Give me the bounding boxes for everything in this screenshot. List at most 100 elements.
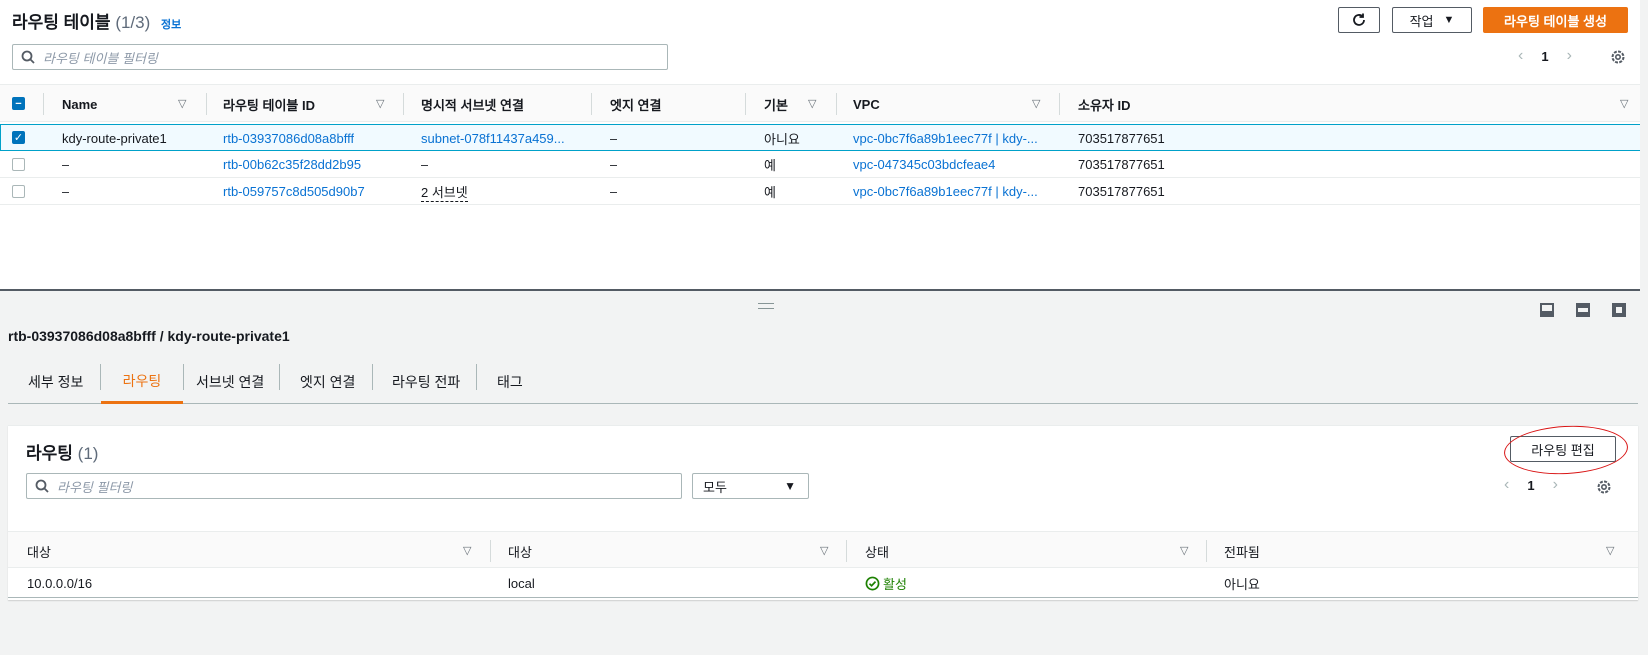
sort-icon[interactable]: ▽ bbox=[1606, 544, 1614, 557]
resize-handle-icon[interactable] bbox=[758, 303, 774, 309]
row-name: – bbox=[62, 184, 70, 199]
prev-page-icon[interactable]: ‹ bbox=[1504, 476, 1509, 494]
page-title-text: 라우팅 테이블 bbox=[12, 13, 111, 32]
row-subnet: – bbox=[421, 157, 429, 172]
view-bottom-icon[interactable] bbox=[1540, 303, 1554, 317]
page-number[interactable]: 1 bbox=[1541, 49, 1548, 64]
check-circle-icon bbox=[865, 576, 880, 590]
routes-filter-value: 모두 bbox=[703, 479, 727, 495]
row-name: kdy-route-private1 bbox=[62, 131, 167, 146]
sort-icon[interactable]: ▽ bbox=[1620, 97, 1628, 110]
row-main: 예 bbox=[764, 185, 776, 200]
column-main[interactable]: 기본 bbox=[764, 85, 788, 123]
route-table-search-input[interactable]: 라우팅 테이블 필터링 bbox=[12, 44, 668, 70]
column-status[interactable]: 상태 bbox=[865, 532, 889, 570]
table-row[interactable]: – rtb-059757c8d505d90b7 2 서브넷 – 예 vpc-0b… bbox=[0, 178, 1648, 205]
sort-icon[interactable]: ▽ bbox=[820, 544, 828, 557]
row-owner-id: 703517877651 bbox=[1078, 157, 1165, 172]
row-checkbox[interactable]: ✓ bbox=[12, 131, 25, 144]
sort-icon[interactable]: ▽ bbox=[1180, 544, 1188, 557]
tab-details[interactable]: 세부 정보 bbox=[28, 360, 83, 404]
select-all-checkbox[interactable]: − bbox=[12, 97, 25, 110]
row-vpc[interactable]: vpc-0bc7f6a89b1eec77f | kdy-... bbox=[853, 178, 1038, 205]
row-main: 아니요 bbox=[764, 132, 800, 147]
route-table-header: − Name ▽ 라우팅 테이블 ID ▽ 명시적 서브넷 연결 엣지 연결 기… bbox=[0, 84, 1648, 122]
tab-tags[interactable]: 태그 bbox=[497, 360, 523, 404]
row-owner-id: 703517877651 bbox=[1078, 184, 1165, 199]
routes-search-input[interactable]: 라우팅 필터링 bbox=[26, 473, 682, 499]
routes-table-header: 대상 ▽ 대상 ▽ 상태 ▽ 전파됨 ▽ bbox=[8, 531, 1638, 568]
routes-count: (1) bbox=[77, 444, 99, 463]
routes-pagination: ‹ 1 › bbox=[1504, 476, 1558, 494]
row-edge: – bbox=[610, 184, 618, 199]
refresh-button[interactable] bbox=[1338, 7, 1380, 33]
row-subnet[interactable]: subnet-078f11437a459... bbox=[421, 125, 576, 152]
row-name: – bbox=[62, 157, 70, 172]
create-route-table-button[interactable]: 라우팅 테이블 생성 bbox=[1483, 7, 1628, 33]
column-vpc[interactable]: VPC bbox=[853, 85, 880, 123]
info-link[interactable]: 정보 bbox=[161, 19, 181, 31]
tab-routes[interactable]: 라우팅 bbox=[101, 360, 183, 404]
refresh-icon bbox=[1353, 13, 1365, 26]
route-status: 활성 bbox=[865, 568, 907, 598]
row-route-table-id[interactable]: rtb-00b62c35f28dd2b95 bbox=[223, 151, 361, 178]
routes-search-placeholder: 라우팅 필터링 bbox=[57, 479, 133, 495]
table-row[interactable]: ✓ kdy-route-private1 rtb-03937086d08a8bf… bbox=[0, 124, 1648, 151]
row-edge: – bbox=[610, 157, 618, 172]
sort-icon[interactable]: ▽ bbox=[808, 97, 816, 110]
view-full-icon[interactable] bbox=[1612, 303, 1626, 317]
settings-icon[interactable] bbox=[1596, 479, 1612, 498]
row-edge: – bbox=[610, 131, 618, 146]
row-main: 예 bbox=[764, 158, 776, 173]
detail-title: rtb-03937086d08a8bfff / kdy-route-privat… bbox=[8, 328, 290, 344]
column-destination[interactable]: 대상 bbox=[27, 532, 51, 570]
search-icon bbox=[35, 479, 49, 493]
column-target[interactable]: 대상 bbox=[508, 532, 532, 570]
row-vpc[interactable]: vpc-047345c03bdcfeae4 bbox=[853, 151, 995, 178]
view-middle-icon[interactable] bbox=[1576, 303, 1590, 317]
actions-label: 작업 bbox=[1409, 13, 1434, 29]
tab-subnet-associations[interactable]: 서브넷 연결 bbox=[196, 360, 264, 404]
column-edge[interactable]: 엣지 연결 bbox=[610, 85, 661, 123]
settings-icon[interactable] bbox=[1610, 49, 1626, 68]
scrollbar[interactable] bbox=[1640, 0, 1648, 655]
routes-filter-select[interactable]: 모두 ▼ bbox=[692, 473, 809, 499]
row-route-table-id[interactable]: rtb-03937086d08a8bfff bbox=[223, 125, 354, 152]
page-title: 라우팅 테이블 (1/3) 정보 bbox=[12, 8, 181, 33]
row-checkbox[interactable] bbox=[12, 185, 25, 198]
routes-title: 라우팅 (1) bbox=[26, 439, 98, 464]
row-subnet[interactable]: 2 서브넷 bbox=[421, 182, 468, 202]
routes-page-number[interactable]: 1 bbox=[1527, 478, 1534, 493]
row-vpc[interactable]: vpc-0bc7f6a89b1eec77f | kdy-... bbox=[853, 125, 1038, 152]
column-explicit-subnet[interactable]: 명시적 서브넷 연결 bbox=[421, 85, 524, 123]
sort-icon[interactable]: ▽ bbox=[376, 97, 384, 110]
column-route-table-id[interactable]: 라우팅 테이블 ID bbox=[223, 85, 315, 123]
route-destination: 10.0.0.0/16 bbox=[27, 575, 93, 591]
split-divider[interactable] bbox=[0, 289, 1648, 291]
search-placeholder: 라우팅 테이블 필터링 bbox=[43, 50, 158, 66]
tab-route-propagation[interactable]: 라우팅 전파 bbox=[392, 360, 460, 404]
tab-edge-associations[interactable]: 엣지 연결 bbox=[300, 360, 355, 404]
column-owner-id[interactable]: 소유자 ID bbox=[1078, 85, 1131, 123]
caret-down-icon: ▼ bbox=[1443, 14, 1455, 26]
column-propagated[interactable]: 전파됨 bbox=[1224, 532, 1260, 570]
route-propagated: 아니요 bbox=[1224, 576, 1260, 592]
search-icon bbox=[21, 50, 35, 64]
sort-icon[interactable]: ▽ bbox=[1032, 97, 1040, 110]
row-checkbox[interactable] bbox=[12, 158, 25, 171]
table-row[interactable]: – rtb-00b62c35f28dd2b95 – – 예 vpc-047345… bbox=[0, 151, 1648, 178]
sort-icon[interactable]: ▽ bbox=[463, 544, 471, 557]
prev-page-icon[interactable]: ‹ bbox=[1518, 47, 1523, 65]
column-name[interactable]: Name bbox=[62, 85, 97, 123]
next-page-icon[interactable]: › bbox=[1567, 47, 1572, 65]
selection-count: (1/3) bbox=[115, 13, 151, 32]
route-status-text: 활성 bbox=[883, 576, 907, 592]
route-row: 10.0.0.0/16 local 활성 아니요 bbox=[8, 568, 1638, 598]
actions-button[interactable]: 작업 ▼ bbox=[1392, 7, 1472, 33]
row-route-table-id[interactable]: rtb-059757c8d505d90b7 bbox=[223, 178, 365, 205]
detail-tabs: 세부 정보 라우팅 서브넷 연결 엣지 연결 라우팅 전파 태그 bbox=[8, 360, 1638, 404]
route-target: local bbox=[508, 575, 535, 591]
pagination: ‹ 1 › bbox=[1518, 47, 1572, 65]
sort-icon[interactable]: ▽ bbox=[178, 97, 186, 110]
next-page-icon[interactable]: › bbox=[1553, 476, 1558, 494]
